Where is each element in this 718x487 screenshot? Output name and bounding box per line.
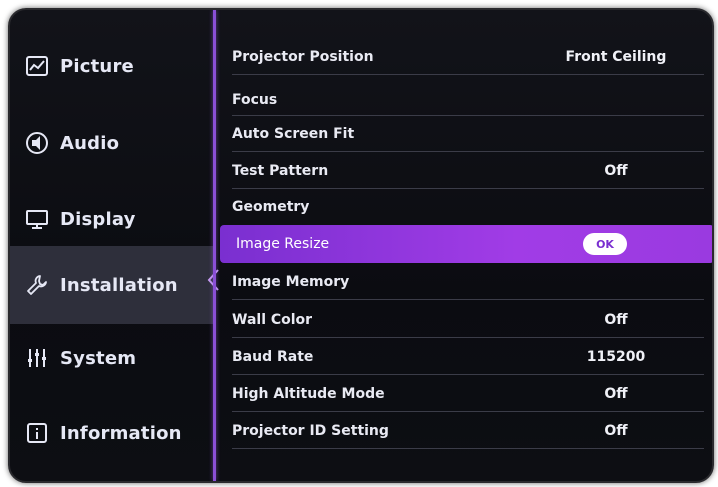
row-label: Baud Rate <box>232 348 314 365</box>
row-value: Off <box>604 385 628 402</box>
sidebar-item-audio[interactable]: Audio <box>10 105 213 181</box>
row-value: Off <box>604 162 628 179</box>
sidebar-item-installation[interactable]: Installation <box>10 246 213 324</box>
sidebar-item-label: Information <box>60 422 182 444</box>
menu-row-geometry[interactable]: Geometry <box>216 190 712 224</box>
row-value: Off <box>604 311 628 328</box>
sidebar-item-label: Audio <box>60 132 120 154</box>
row-label: Projector Position <box>232 48 374 65</box>
picture-icon <box>24 53 50 79</box>
sidebar-item-label: System <box>60 347 137 369</box>
menu-row-focus[interactable]: Focus <box>216 84 712 116</box>
menu-row-wall-color[interactable]: Wall Color Off <box>216 301 712 338</box>
menu-row-test-pattern[interactable]: Test Pattern Off <box>216 152 712 189</box>
row-value: 115200 <box>586 348 646 365</box>
ok-button[interactable]: OK <box>583 233 627 255</box>
row-label: Auto Screen Fit <box>232 126 355 142</box>
row-separator <box>232 448 704 449</box>
row-label: Image Memory <box>232 274 350 290</box>
speaker-icon <box>24 130 50 156</box>
row-label: Projector ID Setting <box>232 422 389 439</box>
sidebar-item-information[interactable]: Information <box>10 395 213 471</box>
row-label: High Altitude Mode <box>232 385 385 402</box>
menu-row-auto-screen-fit[interactable]: Auto Screen Fit <box>216 116 712 152</box>
monitor-icon <box>24 206 50 232</box>
menu-row-projector-position[interactable]: Projector Position Front Ceiling <box>216 38 712 75</box>
row-separator <box>232 188 704 189</box>
row-label: Image Resize <box>236 236 330 252</box>
row-separator <box>232 74 704 75</box>
sidebar: Picture Audio Display Installation Syste <box>10 10 219 481</box>
menu-row-projector-id-setting[interactable]: Projector ID Setting Off <box>216 412 712 449</box>
sidebar-item-label: Installation <box>60 274 178 296</box>
row-value: Off <box>604 422 628 439</box>
menu-row-image-resize[interactable]: Image Resize OK <box>220 225 712 263</box>
menu-row-image-memory[interactable]: Image Memory <box>216 264 712 300</box>
info-icon <box>24 420 50 446</box>
row-value: Front Ceiling <box>565 48 667 65</box>
sidebar-item-system[interactable]: System <box>10 320 213 396</box>
row-label: Wall Color <box>232 311 313 328</box>
menu-row-baud-rate[interactable]: Baud Rate 115200 <box>216 338 712 375</box>
sidebar-item-picture[interactable]: Picture <box>10 28 213 104</box>
row-label: Test Pattern <box>232 162 329 179</box>
row-label: Geometry <box>232 199 310 215</box>
projector-osd-screen: Picture Audio Display Installation Syste <box>8 8 714 483</box>
menu-row-high-altitude-mode[interactable]: High Altitude Mode Off <box>216 375 712 412</box>
sidebar-item-label: Display <box>60 208 136 230</box>
sliders-icon <box>24 345 50 371</box>
sidebar-item-label: Picture <box>60 55 134 77</box>
wrench-icon <box>24 272 50 298</box>
installation-menu: Projector Position Front Ceiling Focus A… <box>216 10 712 481</box>
row-separator <box>232 299 704 300</box>
row-label: Focus <box>232 92 278 108</box>
